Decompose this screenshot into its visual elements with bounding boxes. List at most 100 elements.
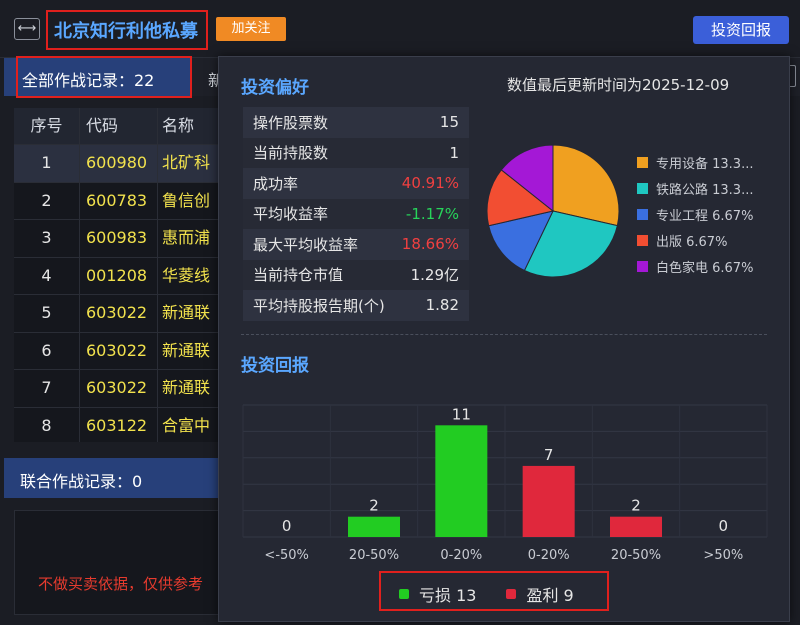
row-name: 惠而浦 (162, 228, 211, 247)
stat-row: 平均收益率 -1.17% (243, 198, 469, 229)
records-table-body: 1 600980 北矿科 2 600783 鲁信创 3 600983 惠而浦 4 001208 华菱线… (14, 144, 220, 442)
row-name: 新通联 (162, 378, 211, 397)
legend-label: 白色家电 6.67% (656, 260, 754, 276)
row-index: 5 (14, 295, 80, 332)
bar-category-label: 20-50% (349, 548, 399, 563)
stat-row: 当前持仓市值 1.29亿 (243, 259, 469, 290)
row-name: 新通联 (162, 303, 211, 322)
legend-swatch (399, 589, 409, 599)
table-row[interactable]: 1 600980 北矿科 (14, 144, 220, 182)
stat-label: 当前持股数 (253, 144, 329, 163)
bar-chart-svg: 0 <-50% 2 20-50% 11 0-20% 7 0-20% 2 20-50% 0 >50% (242, 404, 768, 563)
stat-label: 最大平均收益率 (253, 235, 359, 254)
pie-legend-item[interactable]: 出版 6.67% (637, 227, 787, 253)
bar-2[interactable] (435, 425, 488, 537)
records-table-header: 序号 代码 名称 (14, 108, 220, 144)
investment-return-button[interactable]: 投资回报 (693, 16, 789, 44)
legend-label: 专业工程 6.67% (656, 208, 754, 224)
legend-swatch (637, 156, 648, 168)
pie-legend-item[interactable]: 白色家电 6.67% (637, 253, 787, 279)
row-code: 603022 (80, 332, 158, 369)
bar-legend-item[interactable]: 盈利 9 (506, 582, 574, 606)
table-row[interactable]: 5 603022 新通联 (14, 294, 220, 332)
bar-category-label: 0-20% (528, 548, 570, 563)
row-code: 603122 (80, 407, 158, 442)
legend-label: 盈利 9 (526, 586, 574, 605)
stat-value: 1.29亿 (410, 266, 459, 285)
preference-section-title: 投资偏好 (241, 78, 309, 98)
table-row[interactable]: 3 600983 惠而浦 (14, 219, 220, 257)
expand-icon[interactable]: ⟷ (14, 18, 40, 40)
legend-swatch (637, 234, 648, 246)
bar-value-label: 2 (631, 497, 641, 515)
table-row[interactable]: 2 600783 鲁信创 (14, 181, 220, 219)
bar-legend-item[interactable]: 亏损 13 (399, 582, 476, 606)
stat-value: 18.66% (401, 235, 459, 254)
bar-value-label: 0 (719, 517, 729, 535)
stat-value: 1 (449, 143, 459, 162)
legend-swatch (637, 182, 648, 194)
stat-row: 平均持股报告期(个) 1.82 (243, 290, 469, 321)
industry-pie-chart (485, 143, 629, 279)
stat-label: 平均持股报告期(个) (253, 296, 385, 315)
bar-legend: 亏损 13 盈利 9 (399, 582, 604, 606)
legend-swatch (506, 589, 517, 599)
tab-highlight-box (16, 56, 192, 98)
records-table: 序号 代码 名称 1 600980 北矿科 2 600783 鲁信创 3 600983 惠而浦 4… (14, 108, 220, 442)
bar-value-label: 0 (282, 517, 292, 535)
stat-value: -1.17% (405, 204, 459, 223)
row-name: 新通联 (162, 340, 211, 360)
stat-label: 当前持仓市值 (253, 266, 344, 285)
tab-union-records[interactable]: 联合作战记录：0 (4, 458, 218, 498)
stats-table: 操作股票数 15 当前持股数 1 成功率 40.91% 平均收益率 -1.17% 最大平均收益率… (243, 107, 469, 321)
row-code: 600783 (80, 182, 158, 219)
table-row[interactable]: 7 603022 新通联 (14, 369, 220, 407)
legend-label: 专用设备 13.3... (656, 156, 754, 172)
bar-1[interactable] (348, 516, 400, 537)
bar-category-label: >50% (703, 548, 743, 563)
pie-legend-item[interactable]: 专用设备 13.3... (637, 149, 787, 175)
last-updated-text: 数值最后更新时间为2025-12-09 (507, 76, 730, 94)
row-name: 合富中 (162, 415, 211, 435)
pie-legend-item[interactable]: 铁路公路 13.3... (637, 175, 787, 201)
bar-category-label: 20-50% (611, 548, 661, 563)
pie-chart-svg (486, 144, 620, 278)
col-header-name[interactable]: 名称 (158, 108, 220, 144)
return-section-title: 投资回报 (241, 356, 309, 376)
table-row[interactable]: 6 603022 新通联 (14, 331, 220, 369)
disclaimer-text: 不做买卖依据，仅供参考 (38, 575, 204, 593)
stat-label: 平均收益率 (253, 205, 329, 224)
bar-3[interactable] (522, 465, 575, 537)
row-index: 2 (14, 182, 80, 219)
row-code: 600980 (80, 145, 158, 182)
legend-swatch (637, 208, 648, 220)
table-row[interactable]: 8 603122 合富中 (14, 406, 220, 442)
row-index: 4 (14, 257, 80, 294)
union-records-label: 联合作战记录：0 (20, 472, 143, 491)
follow-button[interactable]: 加关注 (216, 17, 286, 41)
row-code: 001208 (80, 257, 158, 294)
row-index: 8 (14, 407, 80, 442)
legend-label: 铁路公路 13.3... (656, 182, 754, 198)
legend-label: 出版 6.67% (656, 234, 728, 250)
col-header-code[interactable]: 代码 (80, 108, 158, 144)
stat-value: 40.91% (401, 174, 459, 193)
pie-legend-item[interactable]: 专业工程 6.67% (637, 201, 787, 227)
bar-value-label: 11 (452, 405, 471, 423)
legend-label: 亏损 13 (419, 586, 477, 605)
stat-value: 1.82 (425, 296, 459, 315)
row-code: 603022 (80, 295, 158, 332)
stat-row: 最大平均收益率 18.66% (243, 229, 469, 260)
bar-value-label: 7 (544, 446, 554, 464)
stat-row: 操作股票数 15 (243, 107, 469, 138)
row-index: 1 (14, 145, 80, 182)
union-records-area (14, 510, 220, 615)
legend-swatch (637, 260, 648, 272)
bar-category-label: <-50% (264, 548, 308, 563)
col-header-index[interactable]: 序号 (14, 108, 80, 144)
row-index: 6 (14, 332, 80, 369)
table-row[interactable]: 4 001208 华菱线 (14, 256, 220, 294)
fund-title[interactable]: 北京知行利他私募 (54, 17, 198, 43)
stat-row: 成功率 40.91% (243, 168, 469, 199)
bar-4[interactable] (610, 516, 662, 537)
